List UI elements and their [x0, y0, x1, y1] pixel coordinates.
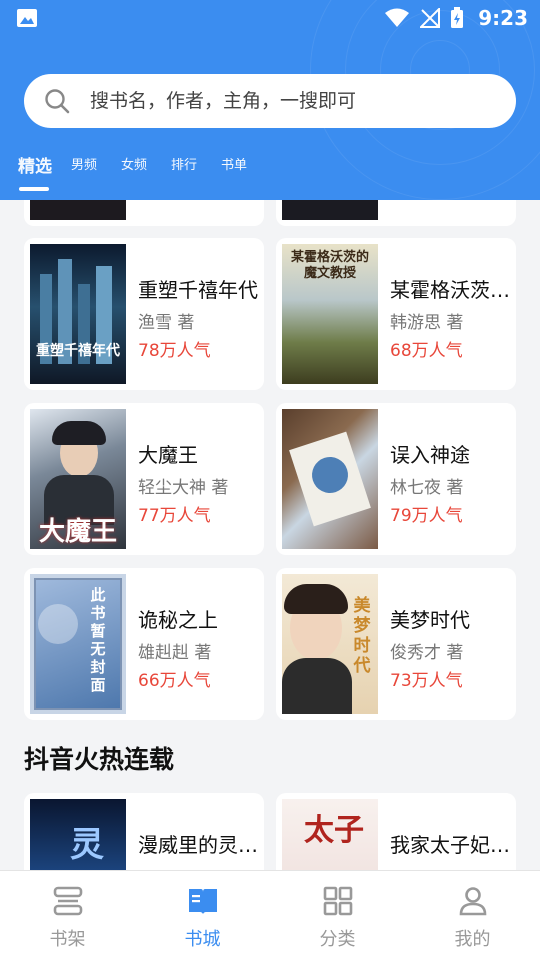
status-time: 9:23: [478, 6, 528, 30]
book-feed[interactable]: 重塑千禧年代 重塑千禧年代 渔雪 著 78万人气 某霍格沃茨的魔文教授 某霍格沃…: [0, 200, 540, 870]
section-title: 抖音火热连载: [24, 745, 175, 774]
book-card[interactable]: 某霍格沃茨的魔文教授 某霍格沃茨的魔文教授 韩游思 著 68万人气: [276, 238, 516, 390]
bottom-nav: 书架 书城 分类 我的: [0, 870, 540, 960]
book-cover: [30, 200, 126, 220]
book-author: 俊秀才 著: [390, 643, 464, 663]
nav-bookshelf[interactable]: 书架: [0, 871, 135, 960]
book-card[interactable]: 误入神途 林七夜 著 79万人气: [276, 403, 516, 555]
header: 9:23 搜书名，作者，主角，一搜即可 精选 男频 女频 排行 书单: [0, 0, 540, 200]
bookshelf-icon: [53, 886, 83, 916]
book-card[interactable]: 大魔王 大魔王 轻尘大神 著 77万人气: [24, 403, 264, 555]
tab-male[interactable]: 男频: [71, 154, 97, 173]
book-title: 重塑千禧年代: [138, 278, 258, 302]
book-cover: [282, 409, 378, 549]
book-cover: 重塑千禧年代: [30, 244, 126, 384]
search-bar[interactable]: 搜书名，作者，主角，一搜即可: [24, 74, 516, 128]
book-card[interactable]: 美梦时代 美梦时代 俊秀才 著 73万人气: [276, 568, 516, 720]
cover-title: 此书暂无封面: [90, 586, 106, 694]
book-popularity: 66万人气: [138, 671, 211, 691]
cover-title: 大魔王: [38, 517, 117, 547]
book-popularity: 79万人气: [390, 506, 463, 526]
book-cover: [282, 200, 378, 220]
nav-label: 书城: [184, 929, 221, 950]
book-popularity: 68万人气: [390, 341, 463, 361]
book-cover: 此书暂无封面: [30, 574, 126, 714]
user-icon: [459, 887, 487, 916]
search-input[interactable]: 搜书名，作者，主角，一搜即可: [90, 74, 356, 128]
book-title: 某霍格沃茨的魔文教授: [390, 278, 512, 302]
book-card[interactable]: [24, 200, 264, 226]
book-popularity: 78万人气: [138, 341, 211, 361]
book-title: 漫威里的灵魂使者: [138, 833, 260, 857]
book-title: 我家太子妃超凶的: [390, 833, 512, 857]
book-author: 轻尘大神 著: [138, 478, 229, 498]
tab-ranking[interactable]: 排行: [171, 154, 197, 173]
tab-indicator: [19, 187, 49, 191]
book-author: 雄赳赳 著: [138, 643, 212, 663]
cover-title: 重塑千禧年代: [36, 343, 120, 359]
category-tabs: 精选 男频 女频 排行 书单: [0, 150, 540, 200]
battery-charging-icon: [451, 7, 464, 28]
book-popularity: 73万人气: [390, 671, 463, 691]
book-title: 诡秘之上: [138, 608, 218, 632]
book-card[interactable]: 灵 漫威里的灵魂使者: [24, 793, 264, 870]
book-cover: 大魔王: [30, 409, 126, 549]
book-author: 渔雪 著: [138, 313, 195, 333]
search-icon: [45, 89, 70, 114]
cover-title: 美梦时代: [353, 596, 371, 676]
book-title: 大魔王: [138, 443, 198, 467]
book-cover: 某霍格沃茨的魔文教授: [282, 244, 378, 384]
book-card[interactable]: 太子 我家太子妃超凶的: [276, 793, 516, 870]
nav-bookstore[interactable]: 书城: [135, 871, 270, 960]
tab-female[interactable]: 女频: [121, 154, 147, 173]
tab-featured[interactable]: 精选: [18, 152, 52, 177]
nav-label: 分类: [319, 929, 356, 950]
image-icon: [17, 9, 37, 27]
book-title: 美梦时代: [390, 608, 470, 632]
grid-icon: [323, 886, 353, 916]
cover-title: 太子: [304, 813, 364, 848]
book-author: 林七夜 著: [390, 478, 464, 498]
book-title: 误入神途: [390, 443, 470, 467]
nav-category[interactable]: 分类: [270, 871, 405, 960]
wifi-icon: [385, 8, 410, 27]
no-signal-icon: [420, 8, 441, 28]
nav-profile[interactable]: 我的: [405, 871, 540, 960]
book-card[interactable]: 此书暂无封面 诡秘之上 雄赳赳 著 66万人气: [24, 568, 264, 720]
nav-label: 我的: [454, 929, 491, 950]
book-author: 韩游思 著: [390, 313, 464, 333]
book-cover: 美梦时代: [282, 574, 378, 714]
book-card[interactable]: [276, 200, 516, 226]
book-cover: 太子: [282, 799, 378, 870]
book-open-icon: [189, 889, 217, 914]
status-bar: 9:23: [0, 0, 540, 36]
book-cover: 灵: [30, 799, 126, 870]
book-popularity: 77万人气: [138, 506, 211, 526]
cover-title: 某霍格沃茨的魔文教授: [290, 250, 369, 281]
nav-label: 书架: [49, 929, 86, 950]
book-card[interactable]: 重塑千禧年代 重塑千禧年代 渔雪 著 78万人气: [24, 238, 264, 390]
cover-title: 灵: [70, 825, 104, 865]
tab-booklist[interactable]: 书单: [221, 154, 247, 173]
